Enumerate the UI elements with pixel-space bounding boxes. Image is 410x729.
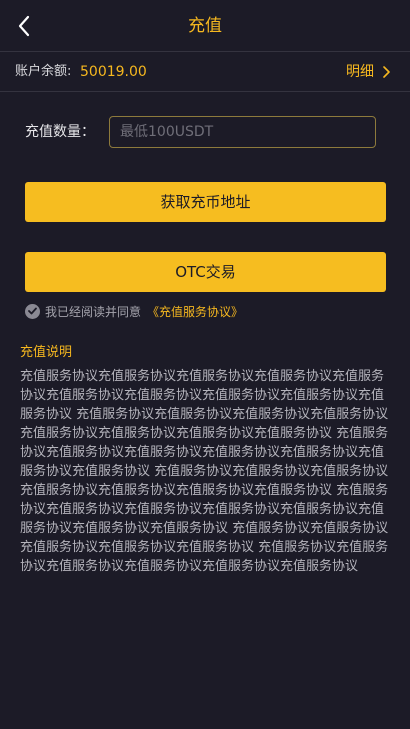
- agreement-link[interactable]: 《充值服务协议》: [147, 303, 243, 320]
- description-body: 充值服务协议充值服务协议充值服务协议充值服务协议充值服务协议充值服务协议充值服务…: [20, 369, 389, 574]
- page-title: 充值: [188, 16, 222, 36]
- balance-row: 账户余额: 50019.00 明细: [0, 52, 410, 92]
- detail-link[interactable]: 明细: [346, 62, 390, 82]
- agreement-row: 我已经阅读并同意 《充值服务协议》: [25, 302, 243, 320]
- description-title: 充值说明: [20, 345, 73, 360]
- amount-label: 充值数量：: [25, 124, 95, 140]
- balance-value: 50019.00: [80, 64, 147, 80]
- detail-label: 明细: [346, 64, 374, 80]
- balance-label: 账户余额:: [15, 64, 72, 79]
- agreement-checkbox[interactable]: [25, 303, 40, 319]
- get-address-button[interactable]: 获取充币地址: [25, 182, 386, 222]
- agreement-text: 我已经阅读并同意: [45, 304, 142, 319]
- checkmark-icon: [28, 307, 37, 315]
- top-bar: 充值: [0, 0, 410, 52]
- amount-input[interactable]: [109, 116, 376, 148]
- recharge-page: 充值 账户余额: 50019.00 明细 充值数量： 获取充币地址 OTC交易 …: [0, 0, 410, 729]
- otc-trade-button[interactable]: OTC交易: [25, 252, 386, 292]
- chevron-right-icon: [383, 66, 390, 78]
